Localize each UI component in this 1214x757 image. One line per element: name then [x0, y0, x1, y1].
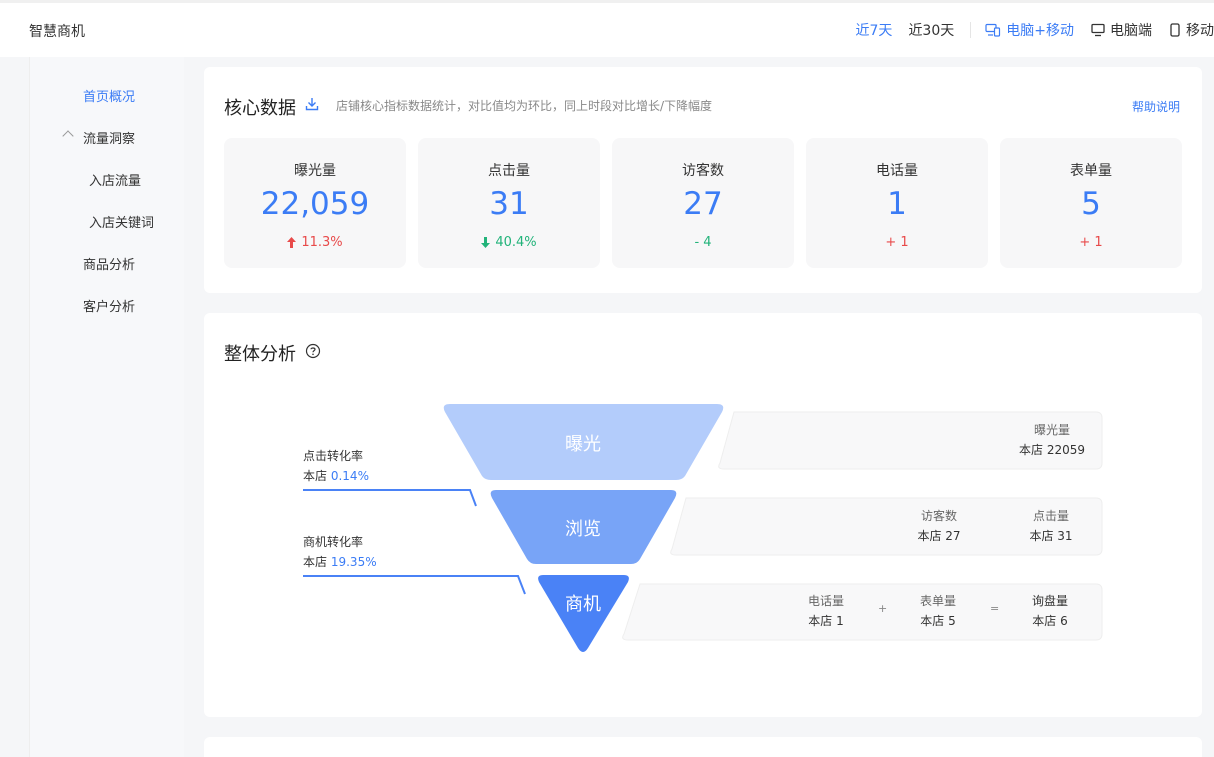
conversion-line-click: [303, 489, 477, 507]
sidebar-item-store-keywords[interactable]: 入店关键词: [89, 212, 154, 231]
conversion-line-lead: [303, 575, 526, 595]
metric-forms: 表单量 5 + 1: [1000, 138, 1182, 268]
panel-metric-value: 本店 6: [1032, 614, 1068, 628]
metric-change-value: 11.3%: [301, 235, 343, 250]
sidebar-item-customers[interactable]: 客户分析: [83, 296, 135, 315]
divider: [970, 22, 972, 38]
metric-label: 表单量: [1070, 163, 1112, 179]
download-icon[interactable]: [305, 97, 319, 111]
conversion-value-row: 本店 19.35%: [303, 552, 377, 572]
conversion-value: 0.14%: [330, 469, 369, 483]
sidebar-item-products[interactable]: 商品分析: [83, 254, 135, 273]
panel-lead-inquiries: 询盘量 本店 6: [1010, 591, 1090, 631]
panel-metric-label: 询盘量: [1031, 594, 1068, 608]
metric-value: 31: [489, 186, 529, 222]
monitor-icon: [1091, 23, 1105, 37]
panel-browse-visitors: 访客数 本店 27: [899, 506, 979, 546]
overview-card: 整体分析 曝光 浏览 商机 点击转化率 本店 0.14% 商机转化率 本店 19…: [204, 313, 1202, 717]
sidebar: 首页概况 流量洞察 入店流量 入店关键词 商品分析 客户分析: [29, 57, 184, 757]
panel-metric-value: 本店 22059: [1019, 443, 1085, 457]
funnel-label-browse: 浏览: [565, 519, 601, 540]
metric-visitors: 访客数 27 - 4: [612, 138, 794, 268]
core-data-description: 店铺核心指标数据统计，对比值均为环比，同上时段对比增长/下降幅度: [336, 99, 713, 113]
metric-value: 5: [1081, 186, 1101, 222]
panel-metric-label: 曝光量: [1033, 423, 1070, 437]
metric-label: 点击量: [488, 163, 530, 179]
panel-browse-clicks: 点击量 本店 31: [1011, 506, 1091, 546]
next-card: [204, 737, 1202, 757]
help-link[interactable]: 帮助说明: [1132, 98, 1180, 115]
device-mobile-button[interactable]: 移动: [1169, 20, 1214, 40]
pc-mobile-icon: [985, 23, 1001, 37]
sidebar-item-traffic[interactable]: 流量洞察: [83, 128, 135, 147]
device-all-button[interactable]: 电脑+移动: [985, 20, 1074, 40]
range-30-days[interactable]: 近30天: [908, 20, 954, 40]
funnel-label-exposure: 曝光: [565, 434, 601, 455]
metric-label: 电话量: [876, 163, 918, 179]
panel-lead-calls: 电话量 本店 1: [786, 591, 866, 631]
plus-operator: +: [878, 602, 888, 615]
phone-icon: [1170, 23, 1180, 37]
device-pc-label: 电脑端: [1110, 23, 1152, 39]
conversion-value-row: 本店 0.14%: [303, 466, 369, 486]
conversion-prefix: 本店: [303, 555, 328, 569]
metric-change: 11.3%: [224, 235, 406, 250]
panel-metric-value: 本店 5: [920, 614, 956, 628]
equals-operator: =: [990, 602, 1000, 615]
metric-change-value: 40.4%: [495, 235, 537, 250]
panel-metric-value: 本店 1: [808, 614, 844, 628]
metric-value: 27: [683, 186, 723, 222]
metric-value: 1: [887, 186, 907, 222]
metric-label: 曝光量: [294, 163, 336, 179]
panel-metric-value: 本店 27: [917, 529, 961, 543]
metric-exposure: 曝光量 22,059 11.3%: [224, 138, 406, 268]
metric-label: 访客数: [682, 163, 724, 179]
sidebar-item-store-traffic[interactable]: 入店流量: [89, 170, 141, 189]
device-all-label: 电脑+移动: [1006, 23, 1074, 39]
brand-title: 智慧商机: [29, 24, 85, 40]
metric-calls: 电话量 1 + 1: [806, 138, 988, 268]
arrow-up-icon: [287, 237, 297, 248]
panel-metric-value: 本店 31: [1029, 529, 1073, 543]
metric-change: 40.4%: [418, 235, 600, 250]
panel-exposure-metric: 曝光量 本店 22059: [1012, 420, 1092, 460]
metric-change: + 1: [1000, 235, 1182, 250]
device-pc-button[interactable]: 电脑端: [1091, 20, 1152, 40]
top-nav: 近7天 近30天 电脑+移动 电脑端 移动: [856, 20, 1214, 40]
metric-clicks: 点击量 31 40.4%: [418, 138, 600, 268]
panel-metric-label: 表单量: [919, 594, 956, 608]
device-mobile-label: 移动: [1186, 23, 1214, 39]
range-7-days[interactable]: 近7天: [856, 20, 893, 40]
metric-change: - 4: [612, 235, 794, 250]
conversion-click-rate: 点击转化率 本店 0.14%: [303, 446, 369, 486]
metric-value: 22,059: [260, 186, 370, 222]
panel-metric-label: 点击量: [1032, 509, 1069, 523]
conversion-label: 商机转化率: [303, 535, 364, 549]
core-data-title: 核心数据: [224, 98, 296, 119]
conversion-label: 点击转化率: [303, 449, 364, 463]
metric-change: + 1: [806, 235, 988, 250]
metric-change-value: + 1: [1079, 235, 1103, 250]
funnel-label-lead: 商机: [565, 594, 601, 615]
panel-lead-forms: 表单量 本店 5: [898, 591, 978, 631]
conversion-value: 19.35%: [330, 555, 377, 569]
panel-metric-label: 访客数: [920, 509, 957, 523]
chevron-up-icon[interactable]: [62, 130, 74, 142]
core-data-card: 核心数据 店铺核心指标数据统计，对比值均为环比，同上时段对比增长/下降幅度 帮助…: [204, 67, 1202, 293]
sidebar-item-home[interactable]: 首页概况: [83, 86, 135, 105]
metric-change-value: - 4: [694, 235, 712, 250]
metric-change-value: + 1: [885, 235, 909, 250]
conversion-lead-rate: 商机转化率 本店 19.35%: [303, 532, 377, 572]
arrow-down-icon: [481, 237, 491, 248]
conversion-prefix: 本店: [303, 469, 328, 483]
panel-metric-label: 电话量: [807, 594, 844, 608]
top-bar: 智慧商机 近7天 近30天 电脑+移动 电脑端 移动: [0, 0, 1214, 57]
